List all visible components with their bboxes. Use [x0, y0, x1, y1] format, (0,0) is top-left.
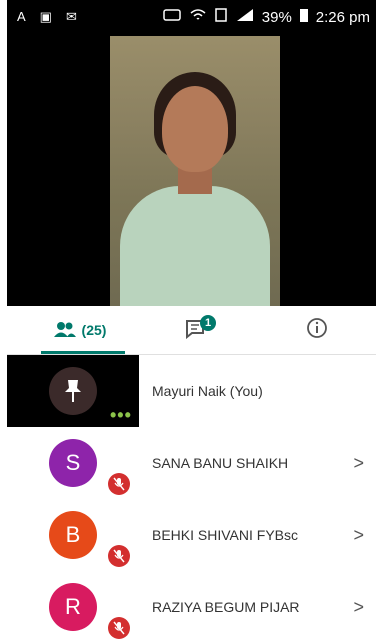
avatar [49, 367, 97, 415]
avatar-area: R [7, 571, 139, 643]
tab-people[interactable]: (25) [35, 306, 125, 354]
sim-icon [214, 8, 228, 26]
battery-icon [299, 8, 308, 26]
active-tab-indicator [41, 351, 125, 354]
avatar-area: B [7, 499, 139, 571]
mic-muted-icon [108, 473, 130, 495]
notification-icon-image: ▣ [39, 9, 52, 24]
avatar: S [49, 439, 97, 487]
signal-icon [236, 8, 254, 26]
status-right: 39% 2:26 pm [162, 8, 370, 26]
participant-row[interactable]: R RAZIYA BEGUM PIJAR > [7, 571, 376, 643]
people-count: (25) [81, 322, 107, 338]
participant-name: SANA BANU SHAIKH [152, 455, 289, 471]
participant-name: Mayuri Naik (You) [152, 383, 263, 399]
clock: 2:26 pm [315, 8, 370, 26]
video-feed[interactable] [7, 36, 376, 306]
participant-name: BEHKI SHIVANI FYBsc [152, 527, 298, 543]
avatar-area: S [7, 427, 139, 499]
camera-preview [110, 36, 280, 306]
wifi-icon [190, 8, 206, 26]
meeting-tabs: (25) 1 [7, 306, 376, 355]
tab-info[interactable] [297, 306, 337, 354]
tab-chat[interactable]: 1 [177, 306, 217, 354]
more-options-icon[interactable]: ••• [110, 405, 132, 426]
chevron-right-icon[interactable]: > [353, 571, 364, 643]
mic-muted-icon [108, 545, 130, 567]
notification-icon-mail: ✉ [65, 9, 77, 24]
participant-name: RAZIYA BEGUM PIJAR [152, 599, 300, 615]
participant-row-self[interactable]: ••• Mayuri Naik (You) [7, 355, 376, 427]
participant-face [162, 86, 228, 172]
avatar: B [49, 511, 97, 559]
status-left-icons: A ▣ ✉ [17, 9, 77, 25]
left-border [0, 0, 7, 639]
info-icon [306, 317, 328, 344]
chat-badge: 1 [200, 315, 216, 331]
participant-body [120, 186, 270, 306]
mute-vibrate-icon [162, 8, 182, 26]
self-avatar-area: ••• [7, 355, 139, 427]
participant-row[interactable]: S SANA BANU SHAIKH > [7, 427, 376, 499]
battery-percent: 39% [261, 8, 292, 26]
avatar: R [49, 583, 97, 631]
chevron-right-icon[interactable]: > [353, 427, 364, 499]
participant-list: ••• Mayuri Naik (You) S SANA BANU SHAIKH… [7, 355, 376, 643]
mic-muted-icon [108, 617, 130, 639]
people-icon [53, 321, 76, 340]
notification-icon-a: A [17, 9, 26, 24]
status-bar: A ▣ ✉ 39% 2:26 pm [7, 0, 376, 36]
chevron-right-icon[interactable]: > [353, 499, 364, 571]
participant-row[interactable]: B BEHKI SHIVANI FYBsc > [7, 499, 376, 571]
